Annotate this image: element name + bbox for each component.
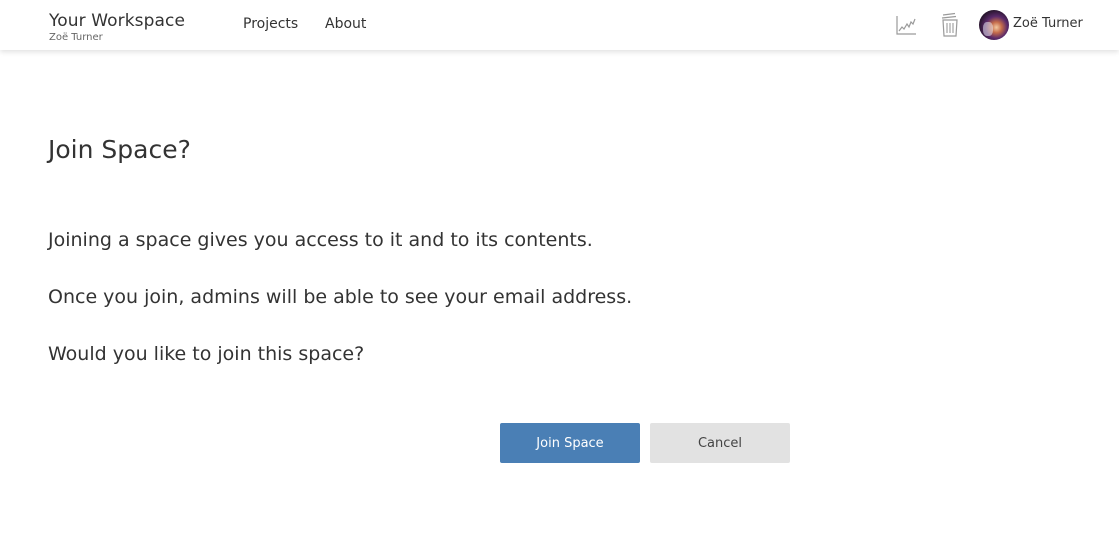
workspace-owner: Zoë Turner [49, 32, 103, 43]
info-paragraph-access: Joining a space gives you access to it a… [48, 229, 593, 251]
user-menu[interactable]: Zoë Turner [979, 10, 1083, 40]
user-name: Zoë Turner [1013, 15, 1083, 31]
top-navigation-bar: Your Workspace Zoë Turner Projects About… [0, 0, 1119, 50]
trash-icon[interactable] [938, 12, 962, 38]
cancel-button[interactable]: Cancel [650, 423, 790, 463]
workspace-title: Your Workspace [49, 11, 186, 31]
confirm-question: Would you like to join this space? [48, 343, 365, 365]
avatar [979, 10, 1009, 40]
join-space-button[interactable]: Join Space [500, 423, 640, 463]
info-paragraph-email: Once you join, admins will be able to se… [48, 286, 633, 308]
activity-chart-icon[interactable] [894, 12, 918, 38]
page-title: Join Space? [48, 135, 191, 164]
nav-projects-link[interactable]: Projects [243, 16, 298, 32]
workspace-brand[interactable]: Your Workspace Zoë Turner [49, 11, 185, 44]
nav-about-link[interactable]: About [325, 16, 366, 32]
